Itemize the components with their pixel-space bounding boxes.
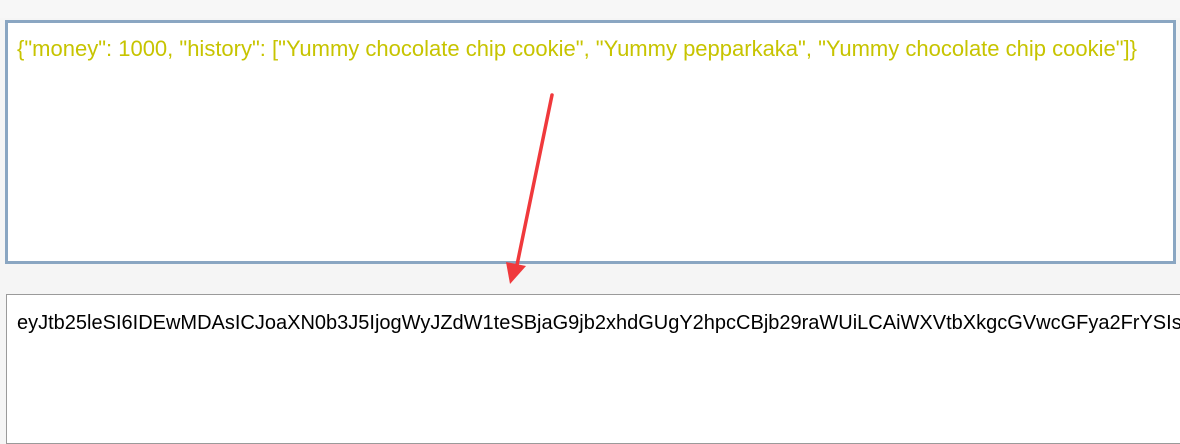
top-strip bbox=[0, 0, 1180, 18]
encoded-base64-text: eyJtb25leSI6IDEwMDAsICJoaXN0b3J5IjogWyJZ… bbox=[17, 312, 1180, 334]
encoded-base64-textarea[interactable]: eyJtb25leSI6IDEwMDAsICJoaXN0b3J5IjogWyJZ… bbox=[6, 294, 1180, 444]
decoded-json-textarea[interactable]: {"money": 1000, "history": ["Yummy choco… bbox=[5, 20, 1176, 264]
arrow-head bbox=[506, 262, 526, 284]
decoded-json-text: {"money": 1000, "history": ["Yummy choco… bbox=[17, 36, 1137, 61]
